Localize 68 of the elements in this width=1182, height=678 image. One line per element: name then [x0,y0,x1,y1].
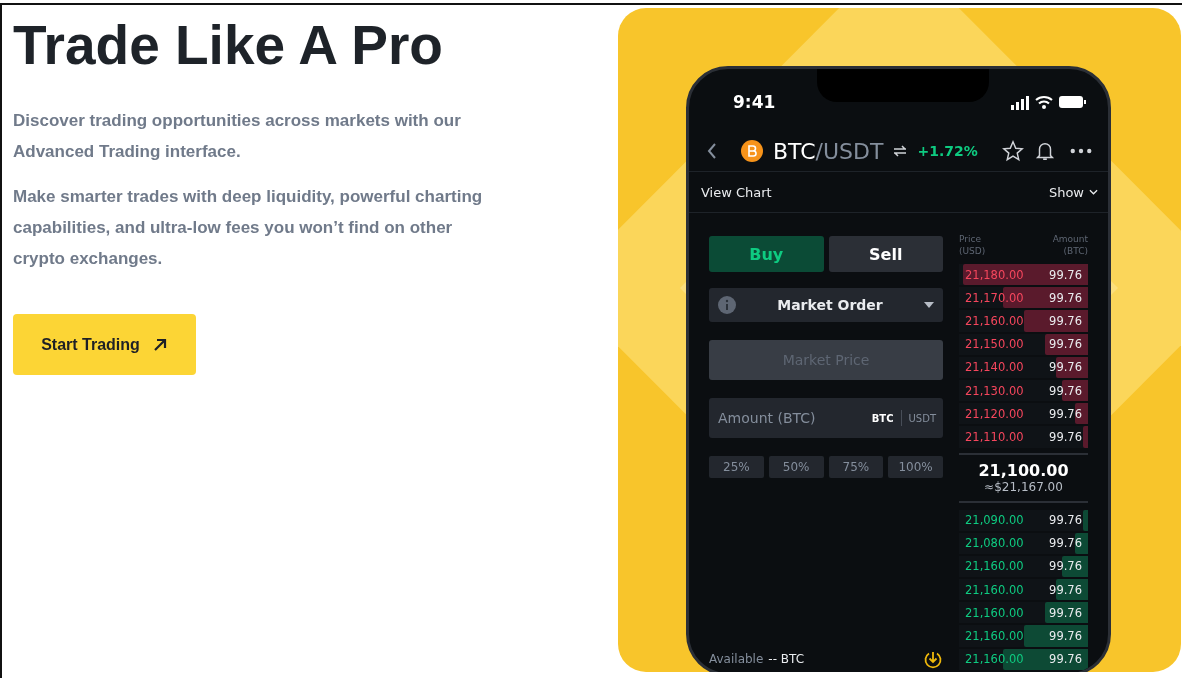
side-tab[interactable]: Buy [709,236,824,272]
bid-price: 21,160.00 [965,582,1024,597]
percent-button[interactable]: 100% [888,456,943,478]
bid-price: 21,160.00 [965,559,1024,574]
ask-price: 21,120.00 [965,406,1024,421]
ask-amount: 99.76 [1049,360,1082,375]
bid-amount: 99.76 [1049,582,1082,597]
description-text: Make smarter trades with deep liquidity, powerful charting capabilities, and ultra-low fees you won’t find on other crypto exchanges. [13,186,484,270]
percent-button[interactable]: 75% [828,456,884,478]
side-tab[interactable]: Sell [828,236,943,272]
swap-icon[interactable] [893,145,908,157]
ask-price: 21,140.00 [965,360,1024,375]
unit-toggle[interactable]: BTC [868,412,897,424]
ask-amount: 99.76 [1049,337,1082,352]
bid-price: 21,090.00 [965,513,1024,528]
ask-price: 21,160.00 [965,313,1024,328]
percent-button[interactable]: 25% [709,456,764,478]
ask-amount: 99.76 [1049,429,1082,444]
headline: Trade Like A Pro [13,15,443,75]
available-value: -- BTC [768,652,805,666]
available-label: Available [709,652,764,666]
last-price-usd: ≈$21,167.00 [984,480,1063,494]
description-text: Discover trading opportunities across markets with our Advanced Trading interface. [13,110,462,163]
bid-amount: 99.76 [1049,605,1082,620]
bid-price: 21,160.00 [965,605,1024,620]
bid-amount: 99.76 [1049,652,1082,667]
wifi-icon [1035,95,1053,109]
bid-price: 21,080.00 [965,536,1024,551]
column-header: Amount (BTC) [1052,233,1088,258]
pair-title: BTC/USDT [773,138,884,164]
ask-amount: 99.76 [1049,290,1082,305]
download-icon[interactable] [923,649,943,669]
ask-price: 21,130.00 [965,383,1024,398]
ask-amount: 99.76 [1049,267,1082,282]
ask-amount: 99.76 [1049,313,1082,328]
ask-price: 21,180.00 [965,267,1024,282]
bid-amount: 99.76 [1049,559,1082,574]
star-icon[interactable] [1002,140,1024,162]
percent-button[interactable]: 50% [768,456,824,478]
bell-icon[interactable] [1034,140,1056,162]
ask-price: 21,170.00 [965,290,1024,305]
last-price: 21,100.00 [978,461,1069,480]
ask-price: 21,150.00 [965,337,1024,352]
bid-price: 21,160.00 [965,652,1024,667]
bid-price: 21,160.00 [965,629,1024,644]
ask-price: 21,110.00 [965,429,1024,444]
ask-amount: 99.76 [1049,406,1082,421]
chevron-down-icon [1089,189,1098,195]
ask-amount: 99.76 [1049,383,1082,398]
more-icon[interactable] [1070,148,1092,154]
column-header: Price (USD) [959,233,986,258]
bid-amount: 99.76 [1049,513,1082,528]
status-time: 9:41 [733,92,776,112]
coin-icon [741,140,763,162]
start-trading-button[interactable]: Start Trading [13,314,196,375]
show-chart-toggle[interactable]: Show [1048,184,1098,200]
bid-amount: 99.76 [1049,629,1082,644]
order-type-select[interactable]: Market Order [709,288,943,322]
unit-toggle[interactable]: USDT [905,412,939,424]
info-icon [718,296,736,314]
amount-field[interactable]: Amount (BTC) BTC USDT [709,398,943,438]
battery-icon [1059,96,1086,108]
signal-icon [1011,94,1029,110]
back-icon[interactable] [707,142,717,160]
price-change: +1.72% [917,143,978,159]
caret-icon [924,302,934,308]
view-chart-label: View Chart [701,184,772,200]
bid-amount: 99.76 [1049,536,1082,551]
